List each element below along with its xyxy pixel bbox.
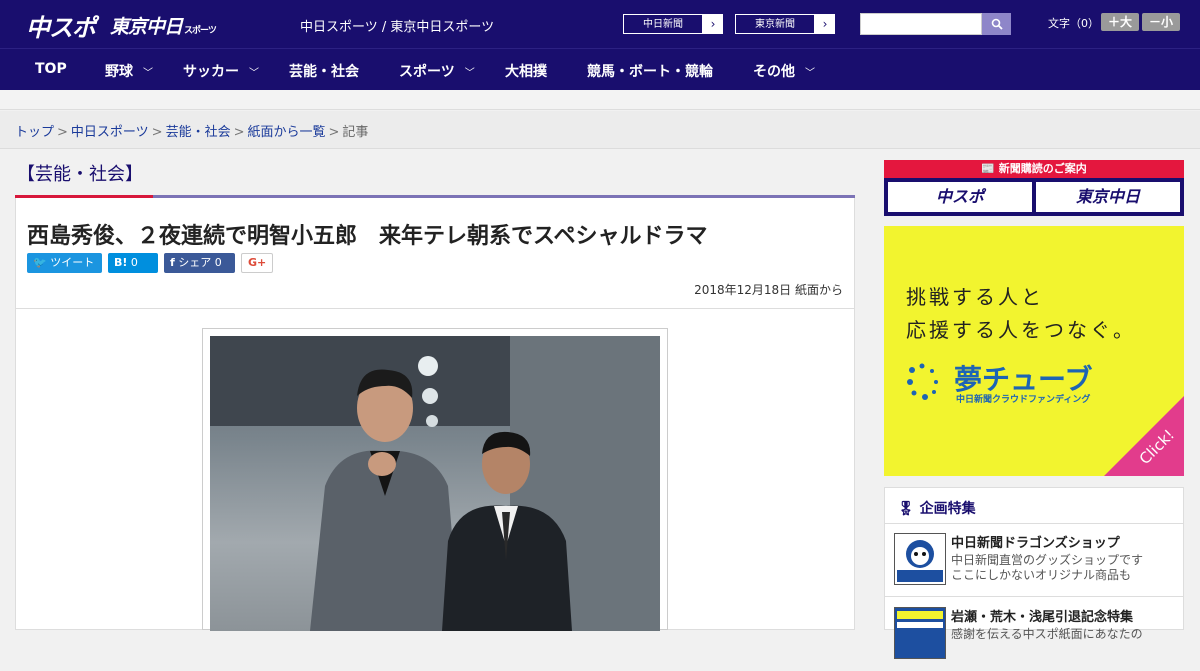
hatena-icon: B!: [114, 256, 128, 269]
yume-tube-banner[interactable]: 挑戦する人と 応援する人をつなぐ。 夢チューブ 中日新聞クラウドファンディング …: [884, 226, 1184, 476]
feature-desc-line-2: ここにしかないオリジナル商品も: [951, 568, 1132, 582]
feature-title: 中日新聞ドラゴンズショップ: [951, 536, 1120, 551]
nav-label: 野球: [105, 64, 133, 80]
facebook-icon: f: [170, 256, 175, 269]
article-card: 西島秀俊、２夜連続で明智小五郎 来年テレ朝系でスペシャルドラマ 🐦 ツイート B…: [15, 198, 855, 631]
subscription-box[interactable]: 📰 新聞購読のご案内 中スポ 東京中日: [884, 160, 1184, 216]
ribbon-icon: 🎖: [897, 501, 915, 517]
nav-other[interactable]: その他 ﹀: [753, 61, 815, 81]
nav-top[interactable]: TOP: [35, 61, 67, 77]
banner-line-2: 応援する人をつなぐ。: [906, 318, 1136, 342]
article-date: 2018年12月18日 紙面から: [694, 283, 843, 297]
chevron-right-icon: ›: [822, 17, 828, 31]
subscription-heading: 📰 新聞購読のご案内: [884, 160, 1184, 178]
tweet-button[interactable]: 🐦 ツイート: [27, 253, 102, 273]
chevron-down-icon: ﹀: [464, 68, 475, 79]
feature-desc-line-1: 中日新聞直営のグッズショップです: [951, 553, 1144, 567]
chevron-down-icon: ﹀: [249, 68, 259, 79]
google-plus-button[interactable]: G+: [241, 253, 273, 273]
nav-sumo[interactable]: 大相撲: [505, 61, 547, 81]
breadcrumb-separator: >: [57, 125, 68, 140]
feature-description: 中日新聞直営のグッズショップです ここにしかないオリジナル商品も: [951, 553, 1143, 583]
breadcrumb-current: 記事: [342, 125, 369, 140]
tokyo-logo-suffix: スポーツ: [184, 26, 217, 36]
dots-icon: [907, 363, 938, 400]
breadcrumb-separator: >: [233, 125, 245, 140]
search-input[interactable]: [860, 13, 982, 35]
hatena-bookmark-button[interactable]: B! 0: [108, 253, 158, 273]
feature-item-retirement[interactable]: 岩瀬・荒木・浅尾引退記念特集 感謝を伝える中スポ紙面にあなたの: [885, 598, 1183, 671]
breadcrumb-separator: >: [328, 125, 340, 140]
chevron-down-icon: ﹀: [805, 68, 815, 79]
tokyo-chunichi-logo[interactable]: 東京中日 スポーツ: [110, 12, 217, 39]
main-nav: TOP 野球 ﹀ サッカー ﹀ 芸能・社会 スポーツ ﹀ 大相撲 競馬・ボート・競輪 …: [0, 48, 1200, 90]
nav-soccer[interactable]: サッカー ﹀: [183, 61, 259, 81]
site-subtitle: 中日スポーツ / 東京中日スポーツ: [300, 20, 495, 35]
mascot-icon: [895, 534, 945, 584]
facebook-label: シェア: [178, 256, 212, 269]
nav-label: 芸能・社会: [289, 64, 359, 80]
feature-heading: 🎖 企画特集: [885, 488, 1183, 524]
subscribe-tokyo-logo[interactable]: 東京中日: [1036, 182, 1180, 212]
category-title: 【芸能・社会】: [17, 164, 143, 185]
subscription-heading-text: 新聞購読のご案内: [998, 162, 1087, 175]
chuspo-logo[interactable]: 中スポ: [26, 8, 96, 43]
retirement-poster-icon: [897, 611, 943, 628]
newspaper-icon: 📰: [981, 162, 995, 175]
tokyo-shimbun-label: 東京新聞: [735, 14, 815, 34]
chunichi-shimbun-label: 中日新聞: [623, 14, 703, 34]
breadcrumb-print-list[interactable]: 紙面から一覧: [248, 125, 326, 140]
dragons-shop-thumbnail: [894, 533, 946, 585]
article-photo[interactable]: [210, 336, 660, 631]
breadcrumb-top[interactable]: トップ: [15, 125, 54, 140]
chunichi-shimbun-link[interactable]: 中日新聞 ›: [622, 13, 724, 35]
nav-entertainment[interactable]: 芸能・社会: [289, 61, 359, 81]
article-photo-frame: [202, 328, 668, 631]
tweet-label: ツイート: [50, 256, 95, 269]
tokyo-logo-text: 東京中日: [110, 16, 183, 38]
twitter-icon: 🐦: [33, 256, 47, 269]
ad-strip: [0, 90, 1200, 110]
text-size-up-button[interactable]: ＋大: [1101, 13, 1139, 31]
photo-illustration: [210, 336, 660, 631]
tokyo-shimbun-link[interactable]: 東京新聞 ›: [734, 13, 836, 35]
article-divider: [16, 308, 854, 309]
feature-box: 🎖 企画特集 中日新聞ドラゴンズショップ 中日新聞直営のグッズショップです ここに…: [884, 487, 1184, 659]
facebook-share-button[interactable]: f シェア 0: [164, 253, 235, 273]
nav-racing[interactable]: 競馬・ボート・競輪: [587, 61, 713, 81]
breadcrumb: トップ > 中日スポーツ > 芸能・社会 > 紙面から一覧 > 記事: [0, 111, 1200, 149]
chevron-down-icon: ﹀: [143, 68, 153, 79]
feature-heading-text: 企画特集: [919, 501, 976, 517]
nav-label: 大相撲: [505, 64, 547, 80]
nav-label: 競馬・ボート・競輪: [587, 64, 713, 80]
hatena-count: 0: [130, 256, 138, 269]
nav-baseball[interactable]: 野球 ﹀: [105, 61, 153, 81]
search-button[interactable]: [982, 13, 1011, 35]
breadcrumb-chunichi-sports[interactable]: 中日スポーツ: [71, 125, 149, 140]
facebook-count: 0: [214, 256, 222, 269]
text-size-down-button[interactable]: －小: [1142, 13, 1180, 31]
nav-sports[interactable]: スポーツ ﹀: [399, 61, 475, 81]
feature-title: 岩瀬・荒木・浅尾引退記念特集: [951, 610, 1134, 625]
nav-label: その他: [753, 64, 795, 80]
retirement-thumbnail: [894, 607, 946, 659]
nav-label: サッカー: [183, 64, 239, 80]
search-icon: [991, 18, 1003, 30]
feature-description: 感謝を伝える中スポ紙面にあなたの: [951, 627, 1143, 642]
nav-label: TOP: [35, 61, 67, 77]
text-size-label: 文字（0）: [1048, 17, 1099, 30]
subscribe-chuspo-logo[interactable]: 中スポ: [888, 182, 1032, 212]
breadcrumb-separator: >: [151, 125, 163, 140]
breadcrumb-entertainment[interactable]: 芸能・社会: [166, 125, 231, 140]
nav-label: スポーツ: [399, 64, 455, 80]
feature-item-dragons-shop[interactable]: 中日新聞ドラゴンズショップ 中日新聞直営のグッズショップです ここにしかないオリジ…: [885, 524, 1183, 597]
feature-desc-line-1: 感謝を伝える中スポ紙面にあなたの: [951, 627, 1143, 641]
article-headline: 西島秀俊、２夜連続で明智小五郎 来年テレ朝系でスペシャルドラマ: [27, 224, 708, 249]
banner-line-1: 挑戦する人と: [906, 285, 1044, 309]
banner-subtitle: 中日新聞クラウドファンディング: [956, 395, 1091, 405]
chevron-right-icon: ›: [710, 17, 716, 31]
top-header: 中スポ 東京中日 スポーツ 中日スポーツ / 東京中日スポーツ 中日新聞 › 東京…: [0, 0, 1200, 48]
